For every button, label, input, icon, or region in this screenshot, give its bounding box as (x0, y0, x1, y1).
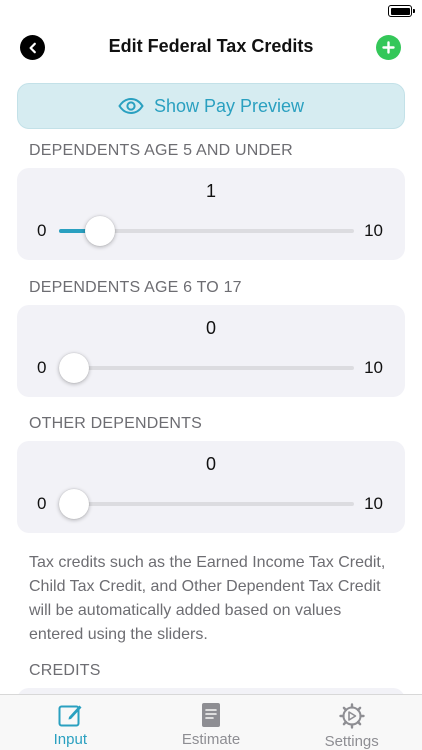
tax-credit-note: Tax credits such as the Earned Income Ta… (29, 554, 386, 643)
document-icon (202, 703, 220, 727)
gear-icon (338, 703, 365, 729)
page-title: Edit Federal Tax Credits (108, 36, 314, 56)
tab-bar: Input Estimate Settings (0, 694, 422, 750)
navigation-bar: Edit Federal Tax Credits (0, 24, 422, 72)
slider-max-label: 10 (364, 358, 383, 377)
slider-card-other-dependents: 0 0 10 (17, 441, 405, 533)
slider-card-age-5-under: 1 0 10 (17, 168, 405, 260)
slider-value: 1 (205, 181, 216, 201)
show-pay-preview-button[interactable]: Show Pay Preview (17, 83, 405, 129)
section-header-age-5-under: DEPENDENTS AGE 5 AND UNDER (29, 142, 293, 159)
slider-value: 0 (205, 318, 216, 338)
slider-thumb[interactable] (59, 489, 89, 519)
section-header-other-dependents: OTHER DEPENDENTS (29, 415, 202, 432)
edit-icon (58, 705, 82, 727)
slider-card-age-6-17: 0 0 10 (17, 305, 405, 397)
slider-min-label: 0 (37, 358, 47, 377)
slider-max-label: 10 (364, 494, 383, 513)
slider-track[interactable] (59, 366, 354, 370)
tab-estimate-label: Estimate (181, 731, 241, 748)
add-button[interactable] (376, 35, 401, 60)
tab-input-label: Input (53, 731, 88, 748)
slider-value: 0 (205, 454, 216, 474)
slider-min-label: 0 (37, 221, 47, 240)
slider-track[interactable] (59, 502, 354, 506)
tab-settings[interactable]: Settings (281, 695, 422, 750)
show-pay-preview-label: Show Pay Preview (153, 95, 305, 116)
slider-thumb[interactable] (85, 216, 116, 246)
plus-icon (382, 41, 395, 54)
section-header-credits: CREDITS (29, 662, 101, 679)
slider-max-label: 10 (364, 221, 383, 240)
battery-icon (388, 5, 415, 17)
tab-estimate[interactable]: Estimate (141, 695, 282, 750)
slider-thumb[interactable] (59, 353, 89, 383)
slider-min-label: 0 (37, 494, 47, 513)
tab-input[interactable]: Input (0, 695, 141, 750)
section-header-age-6-17: DEPENDENTS AGE 6 TO 17 (29, 279, 242, 296)
eye-icon (118, 98, 144, 114)
tab-settings-label: Settings (324, 733, 379, 750)
status-bar (0, 0, 422, 24)
